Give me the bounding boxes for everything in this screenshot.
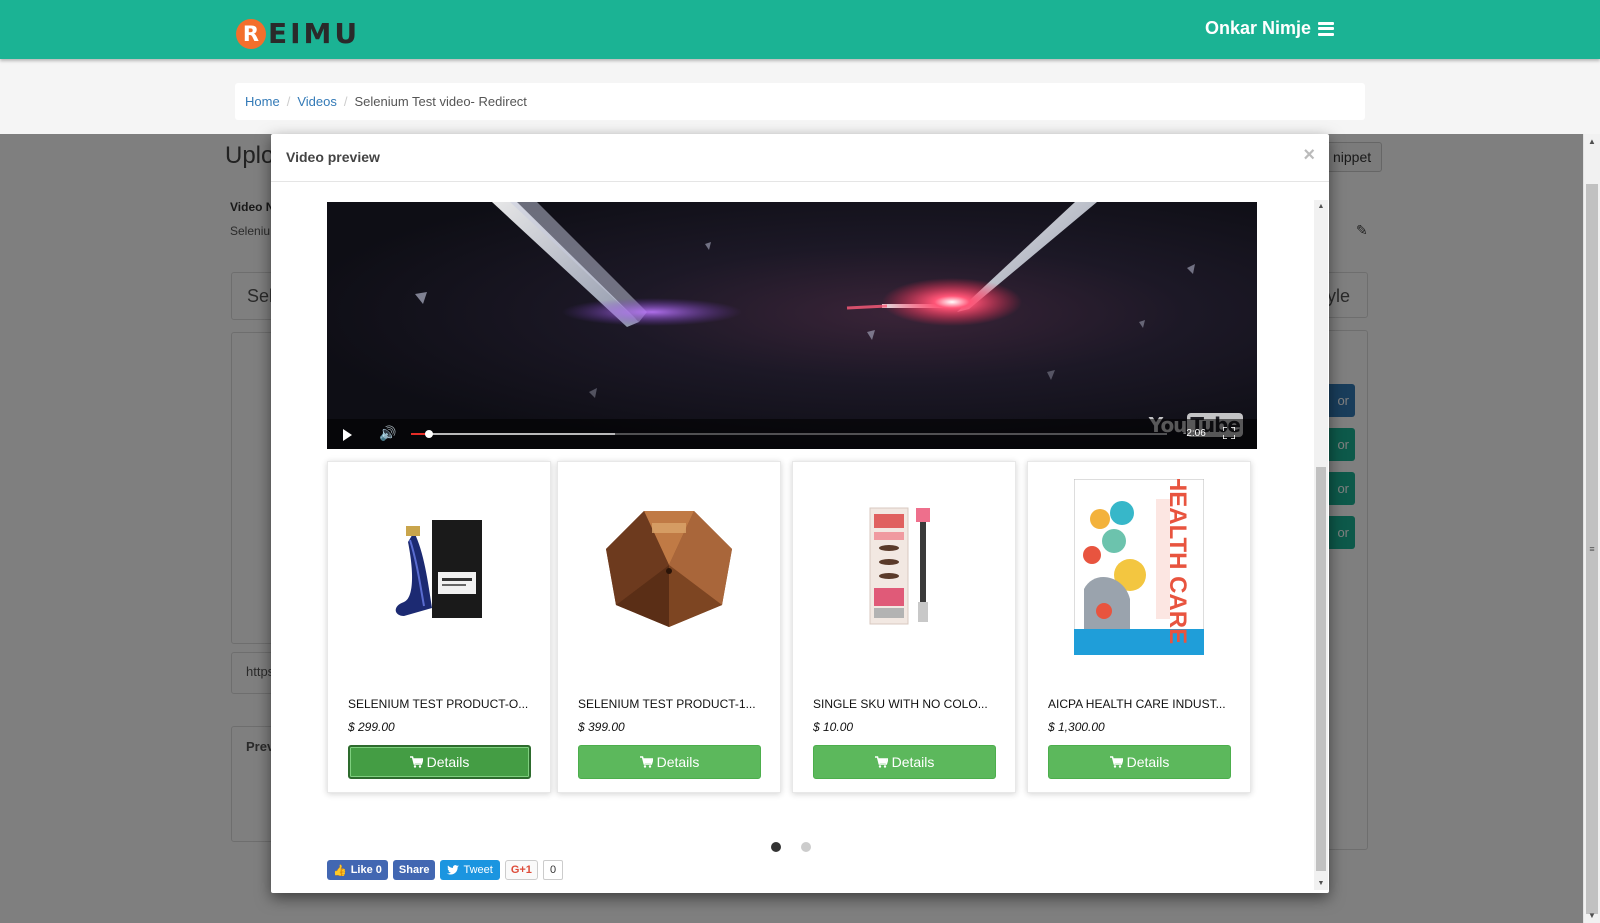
scroll-grip-icon: ≡ [1589,544,1595,554]
scroll-down-arrow-icon[interactable]: ▼ [1314,880,1328,887]
product-price: $ 10.00 [813,720,854,734]
tweet-button[interactable]: Tweet [440,860,500,880]
fullscreen-icon[interactable] [1223,427,1235,439]
modal-scroll-thumb[interactable] [1316,467,1326,871]
product-price: $ 299.00 [348,720,395,734]
product-image-brow-pencil[interactable] [793,462,1015,672]
product-image-perfume-bottle[interactable] [558,462,780,672]
product-price: $ 399.00 [578,720,625,734]
social-share-bar: 👍 Like 0 Share Tweet G+1 0 [327,860,564,880]
video-preview-modal: Video preview × 🔊 -2:06 SELENIUM TEST PR… [271,134,1329,893]
facebook-share-label: Share [398,864,430,876]
details-button[interactable]: Details [578,745,761,779]
details-button-label: Details [656,754,700,770]
cart-icon [1109,756,1123,768]
details-button[interactable]: Details [348,745,531,779]
breadcrumb-home[interactable]: Home [245,94,280,109]
window-scrollbar[interactable]: ▲ ≡ ▼ [1583,134,1600,923]
product-name[interactable]: SINGLE SKU WITH NO COLO... [813,697,988,711]
carousel-dot-2[interactable] [801,842,811,852]
details-button[interactable]: Details [813,745,996,779]
thumbs-up-icon: 👍 [333,864,347,877]
twitter-bird-icon [447,865,460,875]
modal-title: Video preview [286,149,380,165]
user-name: Onkar Nimje [1204,18,1311,38]
details-button[interactable]: Details [1048,745,1231,779]
breadcrumb-current: Selenium Test video- Redirect [354,94,527,109]
details-button-label: Details [1126,754,1170,770]
svg-text:HEALTH CARE: HEALTH CARE [1164,479,1191,644]
scroll-up-arrow-icon[interactable]: ▲ [1584,137,1600,146]
carousel-pagination [771,842,811,852]
logo-badge: R [236,18,266,49]
product-image-perfume-shoe[interactable] [328,462,550,672]
product-card: SINGLE SKU WITH NO COLO... $ 10.00 Detai… [792,461,1016,793]
facebook-like-label: Like 0 [350,864,382,876]
google-plus-count: 0 [542,860,564,880]
product-name[interactable]: SELENIUM TEST PRODUCT-O... [348,697,528,711]
modal-scrollbar[interactable]: ▲ ▼ [1314,200,1328,890]
hamburger-menu-icon[interactable] [1318,21,1334,36]
google-plus-button[interactable]: G+1 [504,860,538,880]
modal-header: Video preview × [271,134,1329,182]
product-name[interactable]: AICPA HEALTH CARE INDUST... [1048,697,1226,711]
breadcrumb-videos[interactable]: Videos [297,94,337,109]
breadcrumb-separator: / [343,94,348,109]
product-price: $ 1,300.00 [1048,720,1105,734]
product-card: SELENIUM TEST PRODUCT-1... $ 399.00 Deta… [557,461,781,793]
details-button-label: Details [426,754,470,770]
reimu-logo[interactable]: R EIMU [236,17,360,50]
time-remaining: -2:06 [1183,428,1206,439]
youtube-video-player[interactable]: YouTube 🔊 -2:06 [327,202,1257,449]
play-icon[interactable] [343,429,352,441]
scroll-down-arrow-icon[interactable]: ▼ [1584,911,1600,920]
cart-icon [409,756,423,768]
scroll-up-arrow-icon[interactable]: ▲ [1314,203,1328,210]
product-name[interactable]: SELENIUM TEST PRODUCT-1... [578,697,756,711]
tweet-label: Tweet [463,864,493,876]
product-card: HEALTH CARE AICPA HEALTH CARE INDUST... … [1027,461,1251,793]
carousel-dot-1[interactable] [771,842,781,852]
buffered-bar [411,433,616,435]
product-card: SELENIUM TEST PRODUCT-O... $ 299.00 Deta… [327,461,551,793]
cart-icon [639,756,653,768]
user-menu[interactable]: Onkar Nimje [1205,18,1334,39]
breadcrumb-separator: / [286,94,291,109]
player-controls: 🔊 -2:06 [327,419,1257,449]
breadcrumb: Home / Videos / Selenium Test video- Red… [235,83,1365,120]
facebook-share-button[interactable]: Share [392,860,436,880]
progress-knob[interactable] [425,430,434,438]
video-frame-art [415,202,1195,398]
modal-body: YouTube 🔊 -2:06 [271,183,1310,893]
facebook-like-button[interactable]: 👍 Like 0 [327,860,388,880]
volume-icon[interactable]: 🔊 [379,425,396,442]
close-icon[interactable]: × [1303,144,1315,167]
progress-bar[interactable] [411,430,1167,438]
cart-icon [874,756,888,768]
logo-text: EIMU [268,17,361,50]
top-navbar: R EIMU Onkar Nimje [0,0,1600,59]
google-plus-label: G+1 [510,864,532,876]
product-image-health-care-cover[interactable]: HEALTH CARE [1028,462,1250,672]
details-button-label: Details [891,754,935,770]
